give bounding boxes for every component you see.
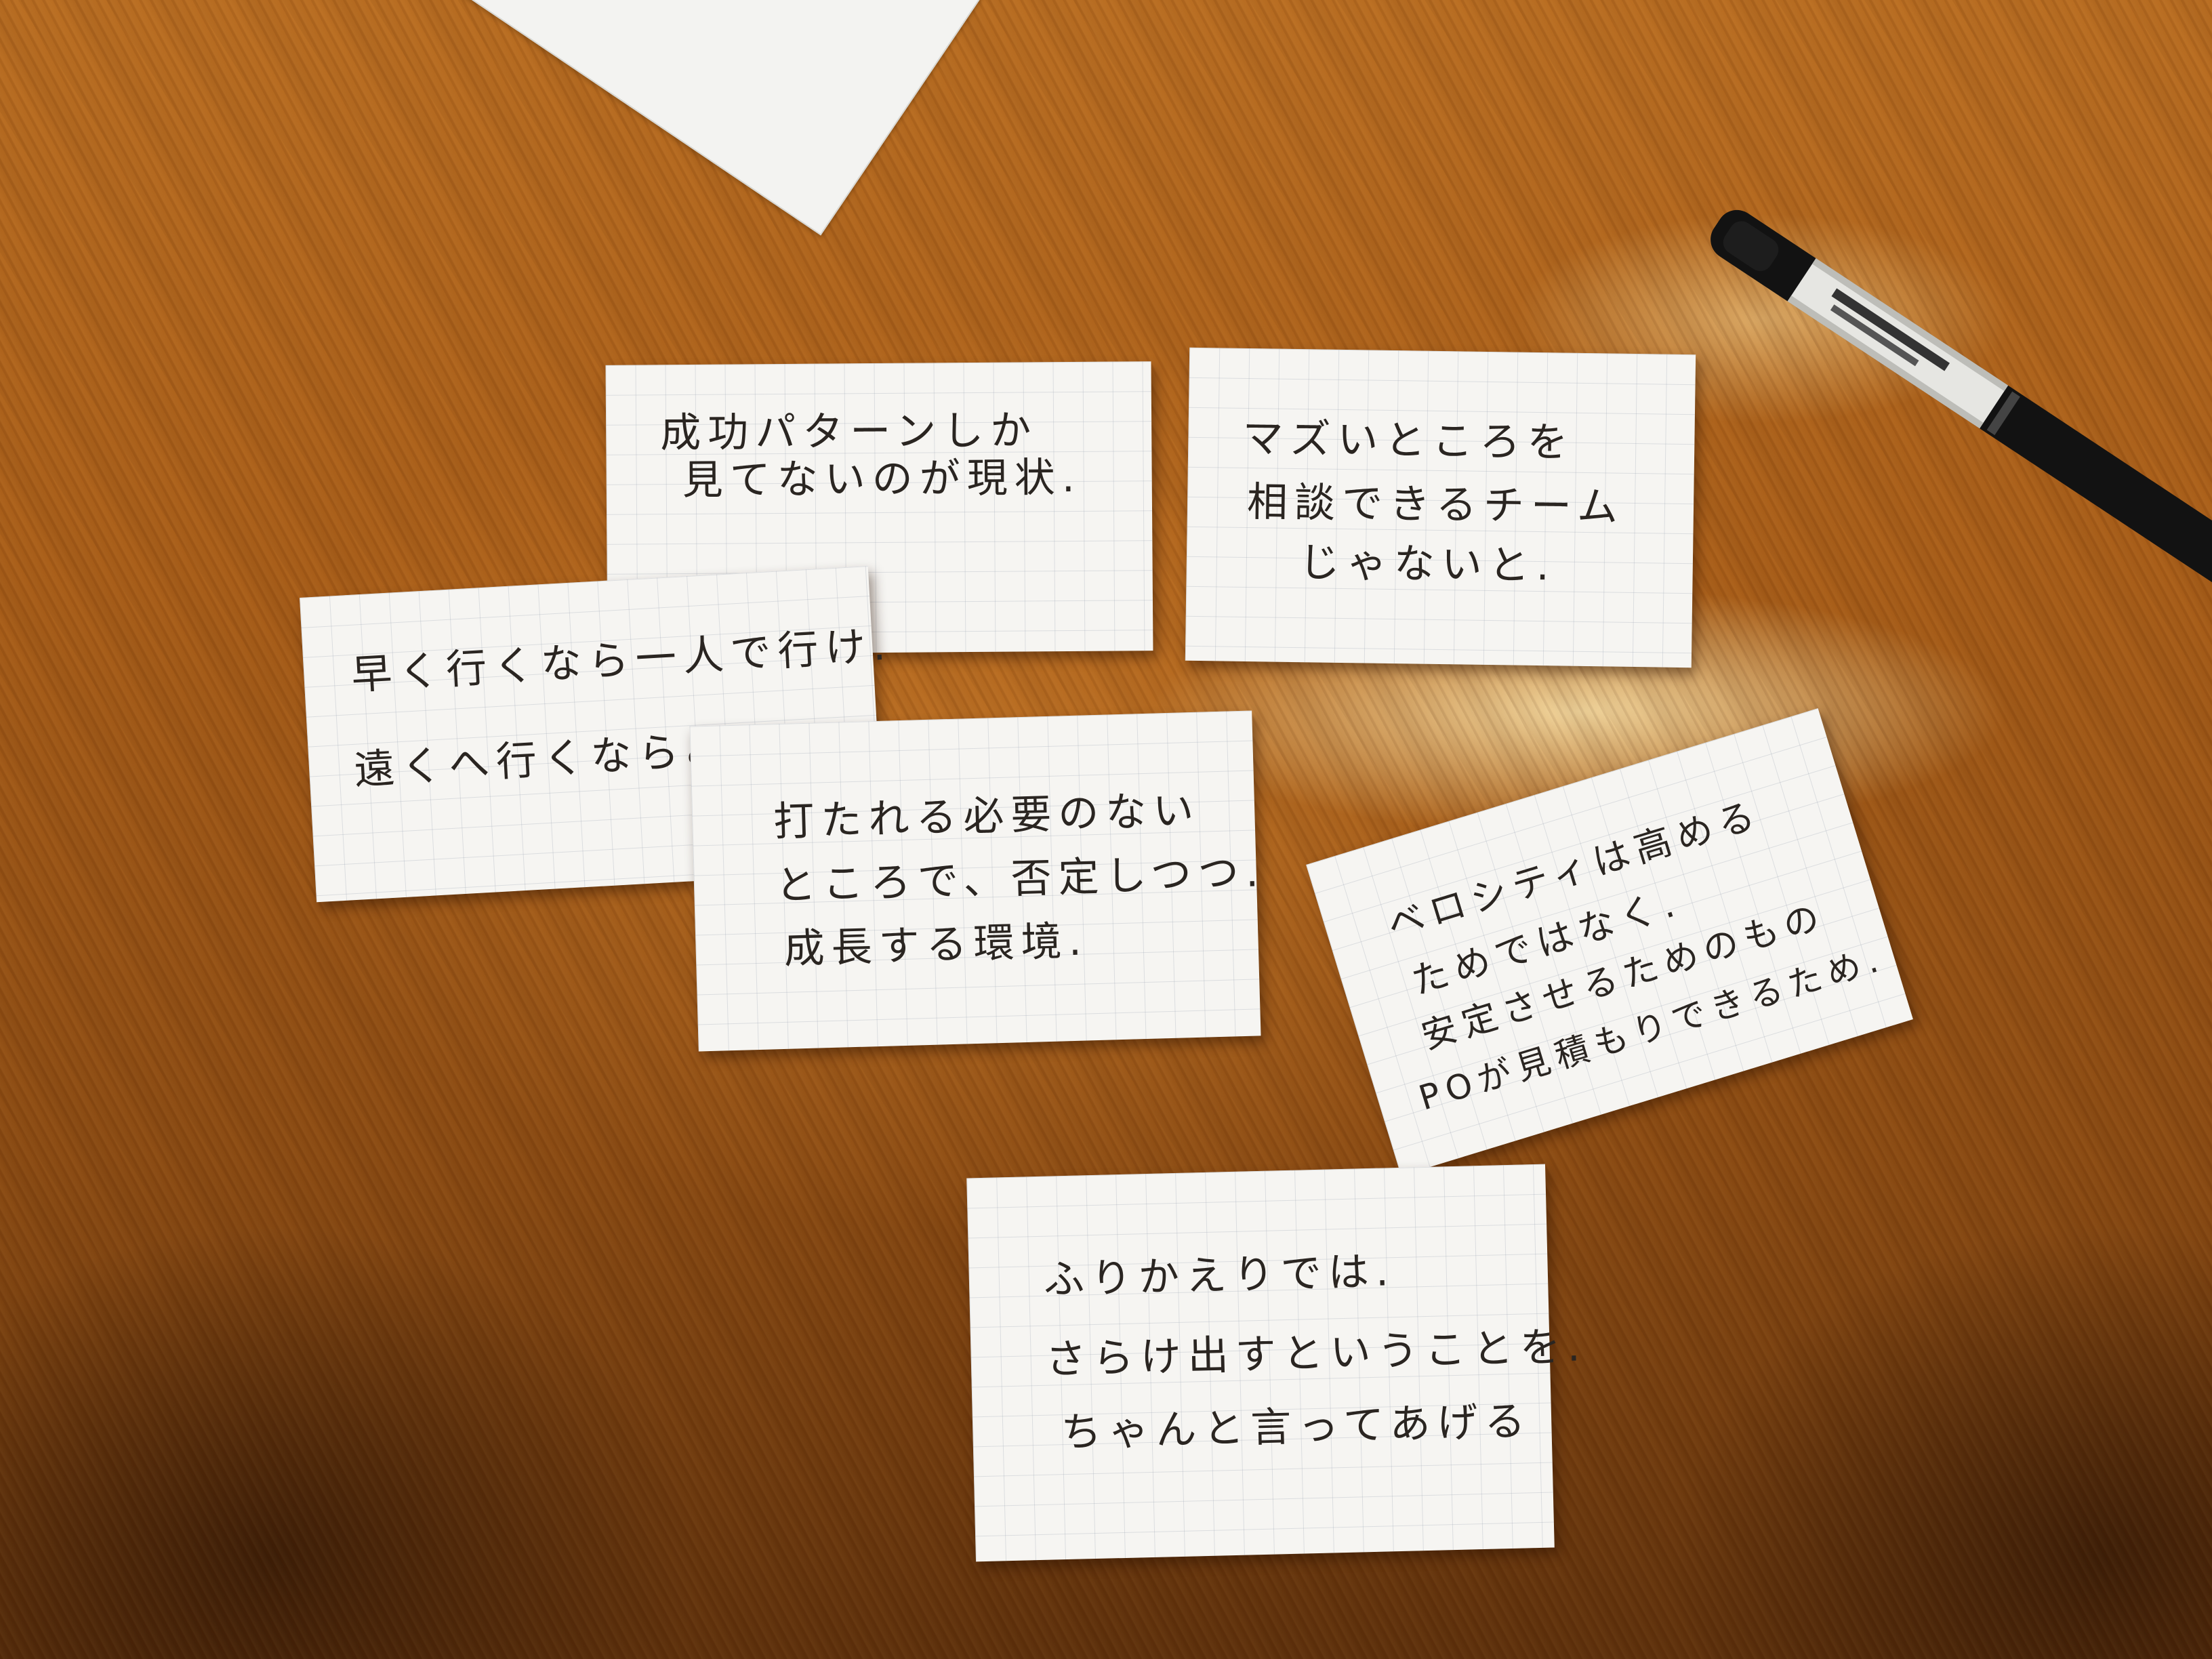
- card-text-line: ところで、否定しつつ.: [775, 848, 1266, 910]
- card-text-line: 相談できるチーム: [1246, 478, 1625, 531]
- card-text-line: 早く行くなら一人で行け.: [350, 621, 894, 699]
- blank-card: [380, 0, 1035, 236]
- card-velocity[interactable]: ベロシティは高める ためではなく. 安定させるためのもの POが見積もりできるた…: [1306, 708, 1913, 1176]
- card-text-line: じゃないと.: [1298, 539, 1557, 590]
- wooden-table: 成功パターンしか 見てないのが現状. マズいところを 相談できるチーム じゃない…: [0, 0, 2212, 1659]
- card-retrospective[interactable]: ふりかえりでは. さらけ出すということを. ちゃんと言ってあげる: [966, 1164, 1587, 1562]
- card-text-line: 打たれる必要のない: [773, 786, 1202, 846]
- card-text-line: 見てないのが現状.: [682, 453, 1082, 505]
- marker-pen: [1711, 209, 2212, 619]
- card-text-line: さらけ出すということを.: [1044, 1323, 1588, 1384]
- card-consult[interactable]: マズいところを 相談できるチーム じゃないと.: [1185, 347, 1696, 668]
- blank-card-stack: [361, 0, 1037, 247]
- card-text-line: 成長する環境.: [783, 917, 1089, 973]
- card-text-line: ふりかえりでは.: [1043, 1248, 1396, 1304]
- card-environment[interactable]: 打たれる必要のない ところで、否定しつつ. 成長する環境.: [689, 710, 1266, 1052]
- card-text-line: マズいところを: [1242, 414, 1575, 467]
- card-text-line: ちゃんと言ってあげる: [1060, 1397, 1533, 1457]
